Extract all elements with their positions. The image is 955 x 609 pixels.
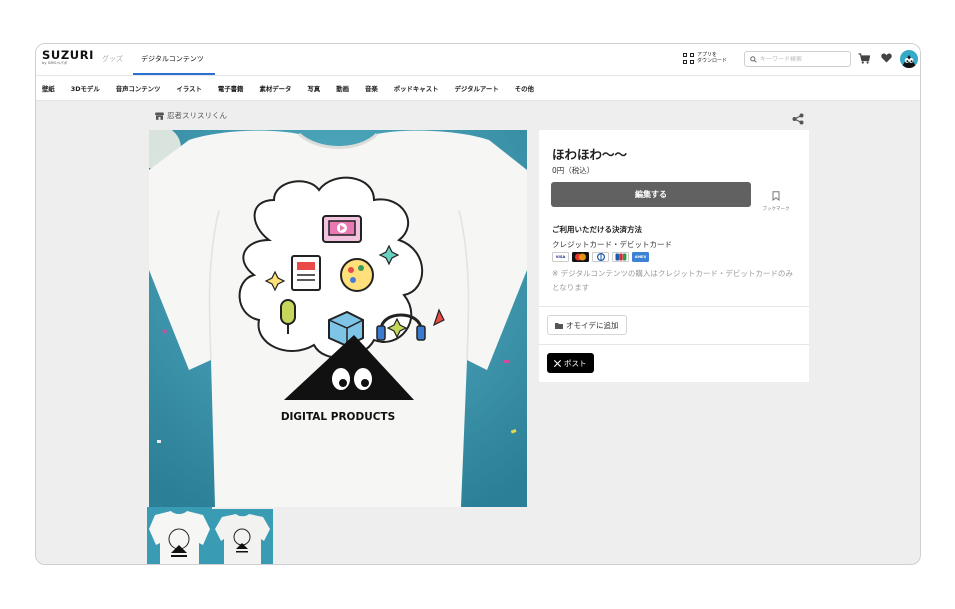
search-icon	[750, 55, 757, 63]
bookmark-icon	[772, 191, 780, 201]
category-bar: 壁紙 3Dモデル 音声コンテンツ イラスト 電子書籍 素材データ 写真 動画 音楽 ポッドキャスト…	[36, 76, 920, 101]
x-post-button[interactable]: ポスト	[547, 353, 594, 373]
thumbnail-2[interactable]	[212, 509, 273, 564]
creator-name: 忍者スリスリくん	[167, 111, 227, 120]
thumbnail-1[interactable]	[147, 507, 212, 564]
add-to-omoide-button[interactable]: オモイデに追加	[547, 315, 627, 335]
app-download-text: アプリを ダウンロード	[697, 52, 727, 64]
app-download-link[interactable]: アプリを ダウンロード	[683, 52, 727, 64]
app-download-line2: ダウンロード	[697, 58, 728, 64]
visa-logo: VISA	[552, 252, 569, 262]
creator-link[interactable]: 忍者スリスリくん	[155, 110, 227, 121]
search-box[interactable]	[744, 51, 851, 67]
payment-methods: クレジットカード・デビットカード	[552, 240, 672, 249]
card-logos: VISA AMEX	[552, 252, 649, 262]
product-main-image[interactable]: DIGITAL PRODUCTS	[149, 130, 527, 507]
search-input[interactable]	[760, 55, 845, 63]
amex-logo: AMEX	[632, 252, 649, 262]
category-item[interactable]: 素材データ	[259, 84, 291, 93]
x-post-label: ポスト	[564, 358, 587, 368]
qr-code-icon	[683, 52, 694, 64]
jcb-logo	[612, 252, 629, 262]
category-item[interactable]: デジタルアート	[454, 84, 498, 93]
bookmark-label: ブックマーク	[762, 207, 790, 212]
divider	[539, 344, 809, 345]
browser-window: SUZURI by GMOペパボ グッズ デジタルコンテンツ アプリを ダウンロ…	[35, 43, 921, 565]
x-logo-icon	[554, 359, 561, 367]
artwork-text: DIGITAL PRODUCTS	[281, 411, 395, 423]
mastercard-logo	[572, 252, 589, 262]
payment-title: ご利用いただける決済方法	[552, 225, 642, 234]
product-title: ほわほわ〜〜	[552, 147, 628, 162]
shop-icon	[155, 112, 164, 120]
thumbnail-strip	[147, 507, 273, 564]
tab-digital-contents[interactable]: デジタルコンテンツ	[141, 54, 204, 64]
folder-icon	[555, 322, 563, 329]
omoide-label: オモイデに追加	[566, 320, 619, 330]
divider	[539, 306, 809, 307]
category-item[interactable]: 3Dモデル	[71, 84, 100, 93]
top-navigation-bar: SUZURI by GMOペパボ グッズ デジタルコンテンツ アプリを ダウンロ…	[36, 44, 920, 76]
suzuri-logo[interactable]: SUZURI by GMOペパボ	[42, 48, 95, 66]
category-item[interactable]: その他	[515, 84, 534, 93]
user-avatar[interactable]	[900, 50, 918, 68]
share-icon[interactable]	[792, 110, 804, 125]
category-item[interactable]: 壁紙	[42, 84, 55, 93]
product-info-panel: ほわほわ〜〜 0円（税込） 編集する ブックマーク ご利用いただける決済方法 ク…	[539, 130, 809, 382]
active-tab-indicator	[133, 73, 215, 75]
diners-logo	[592, 252, 609, 262]
category-item[interactable]: ポッドキャスト	[394, 84, 439, 93]
bookmark-button[interactable]: ブックマーク	[756, 186, 796, 212]
category-item[interactable]: 電子書籍	[218, 84, 244, 93]
product-price: 0円（税込）	[552, 166, 595, 175]
category-item[interactable]: 動画	[336, 84, 349, 93]
tab-goods[interactable]: グッズ	[102, 54, 123, 64]
category-item[interactable]: イラスト	[176, 84, 201, 93]
heart-icon[interactable]	[879, 51, 893, 65]
category-item[interactable]: 音声コンテンツ	[116, 84, 161, 93]
payment-note: ※ デジタルコンテンツの購入はクレジットカード・デビットカードのみとなります	[552, 269, 793, 292]
cart-icon[interactable]	[857, 51, 871, 65]
category-item[interactable]: 音楽	[365, 84, 378, 93]
edit-button[interactable]: 編集する	[551, 182, 751, 207]
category-item[interactable]: 写真	[307, 84, 320, 93]
logo-text: SUZURI	[42, 48, 95, 62]
